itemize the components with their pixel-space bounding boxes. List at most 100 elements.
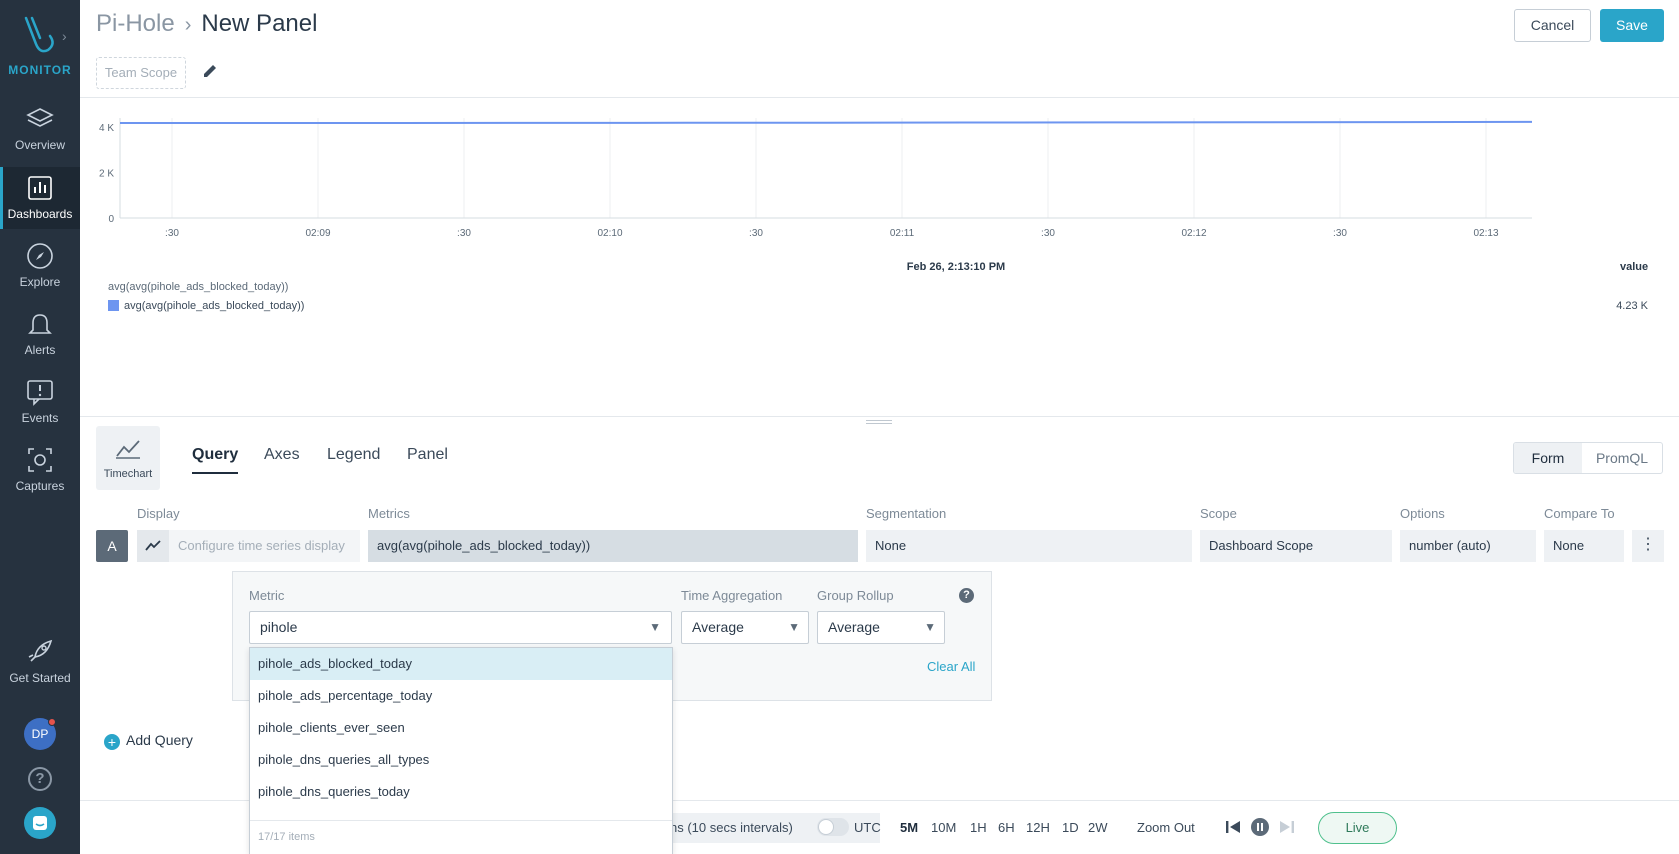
- metric-option[interactable]: pihole_ads_percentage_today: [250, 680, 672, 712]
- range-1h[interactable]: 1H: [970, 820, 987, 835]
- range-5m[interactable]: 5M: [900, 820, 918, 835]
- resize-handle[interactable]: [866, 420, 892, 424]
- pencil-icon[interactable]: [201, 62, 219, 80]
- sidebar-item-label: Get Started: [9, 671, 71, 685]
- sidebar-item-explore[interactable]: Explore: [0, 235, 80, 297]
- breadcrumb-parent[interactable]: Pi-Hole: [96, 10, 175, 37]
- column-header-segmentation: Segmentation: [866, 506, 947, 521]
- save-button[interactable]: Save: [1600, 9, 1664, 42]
- sidebar-item-overview[interactable]: Overview: [0, 98, 80, 160]
- add-query-button[interactable]: + Add Query: [104, 732, 193, 750]
- mode-form-button[interactable]: Form: [1514, 443, 1582, 473]
- metric-search-input[interactable]: pihole ▼: [249, 611, 672, 644]
- add-query-label: Add Query: [126, 732, 193, 748]
- tab-panel[interactable]: Panel: [407, 446, 448, 464]
- compare-to-field[interactable]: None: [1544, 530, 1624, 562]
- timechart[interactable]: 4 K 2 K 0:30 02:09:30 02:10:30 02:11:30 02:12:…: [96, 112, 1666, 312]
- chart-value-header: value: [1620, 261, 1649, 273]
- display-config-input[interactable]: Configure time series display: [169, 530, 360, 562]
- clear-all-link[interactable]: Clear All: [927, 659, 975, 674]
- cancel-button[interactable]: Cancel: [1514, 9, 1591, 42]
- chat-button[interactable]: [24, 807, 56, 839]
- chevron-right-icon[interactable]: ›: [62, 28, 67, 44]
- layers-icon: [26, 108, 54, 127]
- query-menu-icon[interactable]: ⋮: [1632, 530, 1664, 562]
- segmentation-field[interactable]: None: [866, 530, 1192, 562]
- column-header-options: Options: [1400, 506, 1445, 521]
- options-field[interactable]: number (auto): [1400, 530, 1536, 562]
- legend-entry[interactable]: avg(avg(pihole_ads_blocked_today)) 4.23 …: [108, 300, 1648, 312]
- metric-option[interactable]: pihole_dns_queries_today: [250, 776, 672, 808]
- sidebar-item-get-started[interactable]: Get Started: [0, 631, 80, 693]
- range-6h[interactable]: 6H: [998, 820, 1015, 835]
- chevron-down-icon: ▼: [924, 620, 936, 634]
- sidebar-item-events[interactable]: Events: [0, 371, 80, 433]
- tab-legend[interactable]: Legend: [327, 446, 380, 464]
- sidebar-item-label: Alerts: [24, 343, 56, 357]
- live-button[interactable]: Live: [1318, 812, 1397, 844]
- avatar[interactable]: DP: [24, 718, 56, 750]
- legend-series-name: avg(avg(pihole_ads_blocked_today)): [124, 300, 305, 312]
- sidebar-item-dashboards[interactable]: Dashboards: [0, 167, 80, 229]
- pause-icon[interactable]: [1250, 817, 1270, 837]
- capture-icon: [28, 448, 52, 472]
- group-rollup-value: Average: [828, 619, 880, 635]
- help-icon[interactable]: ?: [28, 767, 52, 791]
- series-line: [120, 120, 1533, 124]
- zoom-out-button[interactable]: Zoom Out: [1137, 820, 1195, 835]
- legend-value: 4.23 K: [1616, 300, 1648, 312]
- metric-dropdown: pihole_ads_blocked_today pihole_ads_perc…: [249, 647, 673, 854]
- compass-icon: [27, 243, 53, 269]
- monitor-logo-icon: [24, 16, 54, 53]
- chart-plot: 4 K 2 K 0:30 02:09:30 02:10:30 02:11:30 02:12:…: [99, 118, 1533, 239]
- breadcrumb-separator-icon: ›: [184, 14, 192, 36]
- metric-option[interactable]: pihole_dns_queries_all_types: [250, 744, 672, 776]
- tab-query[interactable]: Query: [192, 446, 239, 474]
- timechart-icon: [116, 440, 140, 459]
- chart-hover-time: Feb 26, 2:13:10 PM: [906, 261, 1006, 273]
- bar-chart-icon: [28, 176, 52, 200]
- x-tick-label: 02:09: [305, 228, 330, 239]
- column-header-scope: Scope: [1200, 506, 1237, 521]
- sidebar-item-label: Explore: [19, 275, 61, 289]
- chevron-down-icon: ▼: [788, 620, 800, 634]
- logo[interactable]: › MONITOR: [0, 12, 80, 82]
- team-scope-button[interactable]: Team Scope: [96, 57, 186, 89]
- skip-back-icon[interactable]: [1224, 817, 1242, 837]
- range-12h[interactable]: 12H: [1026, 820, 1050, 835]
- sidebar-item-captures[interactable]: Captures: [0, 439, 80, 501]
- query-mode-toggle: Form PromQL: [1513, 442, 1663, 474]
- app: › MONITOR Overview Dashboards Explore Al…: [0, 0, 1679, 854]
- visualization-type-button[interactable]: Timechart: [96, 426, 160, 490]
- help-icon[interactable]: ?: [959, 588, 974, 603]
- time-aggregation-value: Average: [692, 619, 744, 635]
- chat-icon: [33, 816, 47, 830]
- x-tick-label: 02:13: [1473, 228, 1498, 239]
- metrics-field[interactable]: avg(avg(pihole_ads_blocked_today)): [368, 530, 858, 562]
- metric-option[interactable]: pihole_clients_ever_seen: [250, 712, 672, 744]
- tab-axes[interactable]: Axes: [264, 446, 300, 464]
- breadcrumb: Pi-Hole › New Panel: [96, 10, 317, 38]
- sidebar-item-label: Dashboards: [7, 207, 73, 221]
- metric-option[interactable]: pihole_ads_blocked_today: [250, 648, 672, 680]
- range-2w[interactable]: 2W: [1088, 820, 1108, 835]
- range-10m[interactable]: 10M: [931, 820, 956, 835]
- visualization-type-label: Timechart: [103, 468, 153, 480]
- query-letter-badge[interactable]: A: [96, 530, 128, 562]
- utc-toggle[interactable]: [817, 818, 849, 836]
- scope-field[interactable]: Dashboard Scope: [1200, 530, 1392, 562]
- sidebar-item-alerts[interactable]: Alerts: [0, 303, 80, 365]
- group-rollup-select[interactable]: Average ▼: [817, 611, 945, 644]
- sidebar: › MONITOR Overview Dashboards Explore Al…: [0, 0, 80, 854]
- x-tick-label: :30: [1041, 228, 1055, 239]
- range-1d[interactable]: 1D: [1062, 820, 1079, 835]
- plus-icon: +: [104, 734, 120, 750]
- column-header-display: Display: [137, 506, 180, 521]
- display-style-button[interactable]: [137, 530, 169, 562]
- skip-forward-icon[interactable]: [1278, 817, 1296, 837]
- mode-promql-button[interactable]: PromQL: [1582, 443, 1662, 473]
- time-aggregation-select[interactable]: Average ▼: [681, 611, 809, 644]
- y-tick-label: 4 K: [99, 123, 114, 134]
- panel-divider: [80, 416, 1679, 417]
- utc-label: UTC: [854, 820, 881, 835]
